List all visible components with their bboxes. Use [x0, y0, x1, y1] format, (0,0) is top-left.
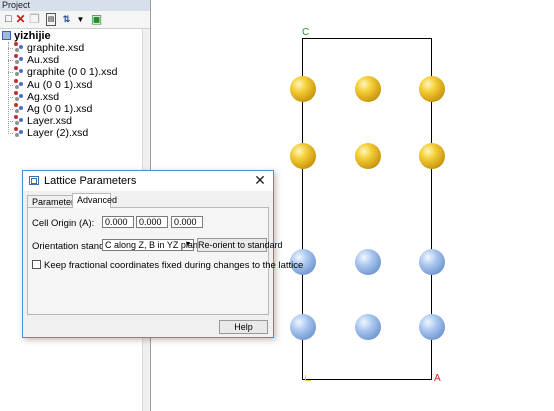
au-atom[interactable] — [355, 76, 381, 102]
molecule-document-icon — [14, 79, 24, 89]
tree-item-label: Au.xsd — [27, 54, 60, 66]
ag-atom[interactable] — [419, 314, 445, 340]
panel-title: Project — [0, 0, 150, 11]
molecule-document-icon — [14, 127, 24, 137]
sort-icon[interactable]: ⇅ — [60, 13, 73, 26]
tree-item-ag-001[interactable]: Ag (0 0 1).xsd — [8, 103, 92, 115]
dropdown-arrow-icon[interactable]: ▼ — [74, 13, 87, 26]
tree-item-layer-2[interactable]: Layer (2).xsd — [8, 127, 88, 139]
molecule-document-icon — [14, 115, 24, 125]
project-toolbar: □ ✕ ❐ ▤ ⇅ ▼ ▣ — [0, 11, 150, 29]
ag-atom[interactable] — [419, 249, 445, 275]
tree-item-graphite-001[interactable]: graphite (0 0 1).xsd — [8, 66, 117, 78]
keep-fractional-label: Keep fractional coordinates fixed during… — [44, 260, 304, 271]
molecule-document-icon — [14, 42, 24, 52]
tree-root-label: yizhijie — [14, 30, 51, 42]
au-atom[interactable] — [419, 143, 445, 169]
cell-origin-z-field[interactable]: 0.000 — [171, 216, 203, 228]
molecule-document-icon — [14, 66, 24, 76]
tree-item-label: graphite.xsd — [27, 42, 85, 54]
properties-icon[interactable]: ▤ — [46, 13, 56, 26]
tree-item-label: Layer.xsd — [27, 115, 72, 127]
cell-origin-label: Cell Origin (A): — [32, 218, 95, 229]
axis-origin — [305, 375, 311, 381]
ag-atom[interactable] — [290, 314, 316, 340]
tree-item-layer[interactable]: Layer.xsd — [8, 115, 72, 127]
copy-icon[interactable]: ❐ — [28, 13, 41, 26]
lattice-parameters-dialog: Lattice Parameters ✕ Parameters Advanced… — [22, 170, 303, 338]
tree-item-label: Ag.xsd — [27, 91, 60, 103]
au-atom[interactable] — [355, 143, 381, 169]
bookmark-icon[interactable]: ▣ — [90, 13, 103, 26]
molecule-document-icon — [14, 54, 24, 64]
keep-fractional-checkbox[interactable] — [32, 260, 41, 269]
delete-icon[interactable]: ✕ — [14, 13, 27, 26]
reorient-button[interactable]: Re-orient to standard — [197, 238, 283, 252]
orientation-select[interactable]: C along Z, B in YZ plane ▼ — [102, 239, 203, 251]
axis-a-label: A — [434, 373, 441, 384]
help-button[interactable]: Help — [219, 320, 268, 334]
au-atom[interactable] — [419, 76, 445, 102]
tree-item-au[interactable]: Au.xsd — [8, 54, 59, 66]
tree-item-ag[interactable]: Ag.xsd — [8, 91, 59, 103]
axis-c-label: C — [302, 27, 310, 38]
dialog-title: Lattice Parameters — [44, 175, 137, 187]
advanced-tab-panel: Cell Origin (A): 0.000 0.000 0.000 Orien… — [27, 207, 303, 315]
cell-origin-y-field[interactable]: 0.000 — [136, 216, 168, 228]
tree-item-label: graphite (0 0 1).xsd — [27, 66, 118, 78]
cell-origin-x-field[interactable]: 0.000 — [102, 216, 134, 228]
dialog-titlebar[interactable]: Lattice Parameters ✕ — [23, 171, 273, 191]
au-atom[interactable] — [290, 76, 316, 102]
tree-item-au-001[interactable]: Au (0 0 1).xsd — [8, 79, 92, 91]
au-atom[interactable] — [290, 143, 316, 169]
window-icon — [29, 176, 39, 185]
tree-item-graphite[interactable]: graphite.xsd — [8, 42, 84, 54]
chevron-down-icon: ▼ — [184, 241, 192, 248]
ag-atom[interactable] — [355, 314, 381, 340]
tab-advanced[interactable]: Advanced — [72, 193, 117, 208]
close-icon[interactable]: ✕ — [253, 172, 267, 188]
tree-item-label: Au (0 0 1).xsd — [27, 79, 93, 91]
molecule-document-icon — [14, 103, 24, 113]
project-folder-icon — [2, 31, 11, 40]
tree-item-label: Ag (0 0 1).xsd — [27, 103, 93, 115]
tree-item-label: Layer (2).xsd — [27, 127, 89, 139]
ag-atom[interactable] — [355, 249, 381, 275]
molecule-document-icon — [14, 91, 24, 101]
